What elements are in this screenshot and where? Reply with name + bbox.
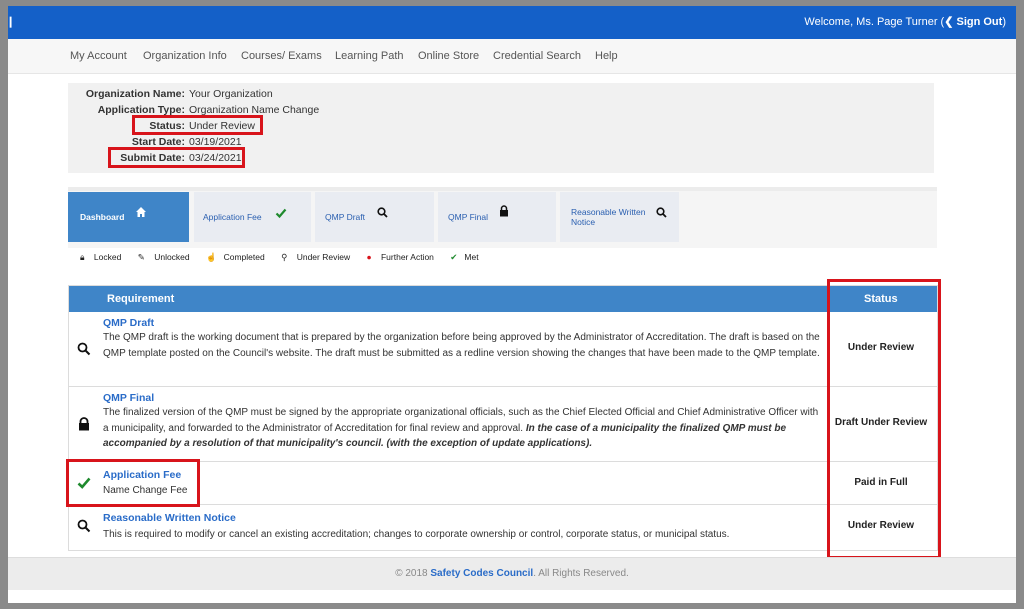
tab-application-fee[interactable]: Application Fee bbox=[194, 192, 311, 242]
table-row: Reasonable Written Notice This is requir… bbox=[69, 505, 937, 549]
table-row: QMP Draft The QMP draft is the working d… bbox=[69, 312, 937, 387]
nav-item-online-store[interactable]: Online Store bbox=[418, 50, 479, 62]
status-legend: 🔒︎ Locked ✎ Unlocked ☝ Completed ⚲ Under … bbox=[80, 252, 493, 263]
legend-under-review: ⚲ Under Review bbox=[281, 252, 351, 262]
menu-edge-icon: ❙ bbox=[8, 16, 16, 28]
thumbs-up-icon: ☝ bbox=[206, 252, 217, 262]
tab-label: QMP Final bbox=[448, 212, 488, 222]
legend-met: ✔ Met bbox=[450, 252, 479, 262]
status-highlight-box bbox=[132, 115, 263, 135]
requirement-title-link[interactable]: QMP Draft bbox=[103, 317, 154, 329]
tab-label-line-1: Reasonable Written bbox=[571, 207, 646, 217]
search-icon bbox=[377, 207, 388, 218]
lock-icon bbox=[79, 417, 89, 431]
copyright-text: © 2018 Safety Codes Council. All Rights … bbox=[395, 568, 629, 579]
submit-date-highlight-box bbox=[108, 147, 245, 168]
requirement-title-link[interactable]: Reasonable Written Notice bbox=[103, 512, 236, 524]
table-row: QMP Final The finalized version of the Q… bbox=[69, 387, 937, 462]
requirement-description: The QMP draft is the working document th… bbox=[103, 332, 820, 359]
tab-qmp-final[interactable]: QMP Final bbox=[438, 192, 556, 242]
tab-qmp-draft[interactable]: QMP Draft bbox=[315, 192, 434, 242]
nav-item-my-account[interactable]: My Account bbox=[70, 50, 127, 62]
search-icon: ⚲ bbox=[281, 252, 288, 262]
tab-label-line-2: Notice bbox=[571, 217, 596, 227]
tab-label: Application Fee bbox=[203, 212, 262, 222]
nav-item-courses-exams[interactable]: Courses/ Exams bbox=[241, 50, 322, 62]
tab-label: QMP Draft bbox=[325, 212, 365, 222]
info-value: Your Organization bbox=[189, 88, 273, 100]
application-fee-highlight-box bbox=[66, 459, 200, 507]
top-bar: ❙ Welcome, Ms. Page Turner (❮ Sign Out) bbox=[8, 6, 1016, 39]
nav-item-credential-search[interactable]: Credential Search bbox=[493, 50, 581, 62]
search-icon bbox=[656, 207, 667, 218]
requirement-description: Name Change Fee bbox=[103, 485, 188, 496]
info-label: Organization Name: bbox=[85, 88, 185, 100]
footer-brand-link[interactable]: Safety Codes Council bbox=[430, 568, 533, 579]
status-column-highlight-box bbox=[827, 279, 941, 559]
legend-unlocked: ✎ Unlocked bbox=[137, 252, 190, 262]
header-requirement: Requirement bbox=[107, 293, 175, 305]
pencil-icon: ✎ bbox=[137, 252, 145, 262]
tab-dashboard[interactable]: Dashboard bbox=[68, 192, 189, 242]
app-window: ❙ Welcome, Ms. Page Turner (❮ Sign Out) … bbox=[8, 6, 1016, 603]
tab-reasonable-written-notice[interactable]: Reasonable Written Notice bbox=[560, 192, 679, 242]
requirements-table: Requirement Status QMP Draft The QMP dra… bbox=[68, 285, 938, 551]
check-icon: ✔ bbox=[450, 252, 458, 262]
nav-item-organization-info[interactable]: Organization Info bbox=[143, 50, 227, 62]
search-icon bbox=[77, 519, 91, 533]
welcome-text: Welcome, Ms. Page Turner ( bbox=[804, 16, 945, 28]
table-header: Requirement Status bbox=[69, 286, 937, 312]
sign-out-link[interactable]: ❮ Sign Out bbox=[944, 16, 1002, 28]
requirement-title-link[interactable]: QMP Final bbox=[103, 392, 154, 404]
check-icon bbox=[275, 208, 287, 219]
footer: © 2018 Safety Codes Council. All Rights … bbox=[8, 557, 1016, 590]
alert-icon: ● bbox=[366, 252, 372, 262]
legend-locked: 🔒︎ Locked bbox=[80, 252, 122, 262]
tab-label: Dashboard bbox=[80, 212, 125, 222]
nav-item-learning-path[interactable]: Learning Path bbox=[335, 50, 404, 62]
lock-icon bbox=[500, 205, 508, 217]
welcome-area: Welcome, Ms. Page Turner (❮ Sign Out) bbox=[804, 15, 1006, 28]
requirement-description: The finalized version of the QMP must be… bbox=[103, 405, 823, 452]
nav-item-help[interactable]: Help bbox=[595, 50, 618, 62]
legend-further-action: ● Further Action bbox=[366, 252, 434, 262]
main-nav: My Account Organization Info Courses/ Ex… bbox=[8, 39, 1016, 74]
search-icon bbox=[77, 342, 91, 356]
welcome-suffix: ) bbox=[1002, 16, 1006, 28]
requirement-description: This is required to modify or cancel an … bbox=[103, 529, 730, 540]
lock-icon: 🔒︎ bbox=[80, 252, 85, 262]
legend-completed: ☝ Completed bbox=[206, 252, 265, 262]
home-icon bbox=[136, 207, 146, 217]
